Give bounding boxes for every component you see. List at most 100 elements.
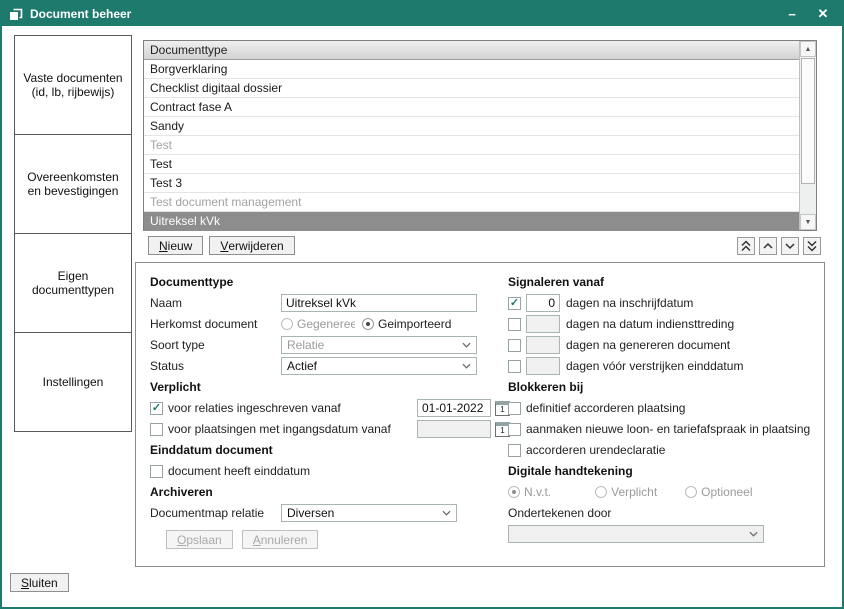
blokkeren-label: accorderen urendeclaratie — [526, 443, 665, 457]
radio-gegenereerd-label: Gegenereerd — [297, 317, 355, 331]
radio-nvt[interactable] — [508, 486, 520, 498]
blokkeren-checkbox[interactable] — [508, 402, 521, 415]
herkomst-label: Herkomst document — [150, 317, 281, 331]
tab-vaste-documenten[interactable]: Vaste documenten (id, lb, rijbewijs) — [14, 35, 132, 135]
signaleren-checkbox[interactable] — [508, 318, 521, 331]
section-signaleren: Signaleren vanaf — [508, 272, 813, 292]
panel-buttons: Opslaan Annuleren — [166, 530, 318, 549]
status-label: Status — [150, 359, 281, 373]
move-up-button[interactable] — [759, 237, 777, 255]
document-beheer-dialog: Document beheer − ✕ Vaste documenten (id… — [0, 0, 844, 609]
radio-optioneel-label: Optioneel — [701, 485, 752, 499]
save-button[interactable]: Opslaan — [166, 530, 233, 549]
chevron-down-icon — [784, 240, 796, 252]
detail-panel: Documenttype Naam Herkomst document Gege… — [135, 262, 825, 567]
section-blokkeren: Blokkeren bij — [508, 377, 813, 397]
signaleren-days-input[interactable] — [526, 315, 560, 333]
documentmap-select[interactable]: Diversen — [281, 504, 457, 522]
relaties-date-input[interactable] — [417, 399, 491, 417]
blokkeren-label: aanmaken nieuwe loon- en tariefafspraak … — [526, 422, 813, 436]
scroll-thumb[interactable] — [801, 58, 815, 184]
signaleren-checkbox[interactable] — [508, 360, 521, 373]
sidebar-tabs: Vaste documenten (id, lb, rijbewijs) Ove… — [14, 36, 132, 432]
minimize-button[interactable]: − — [780, 5, 804, 23]
radio-geimporteerd[interactable] — [362, 318, 374, 330]
einddatum-checkbox[interactable] — [150, 465, 163, 478]
section-digitale-handtekening: Digitale handtekening — [508, 461, 813, 481]
signaleren-days-input[interactable] — [526, 336, 560, 354]
reorder-controls — [737, 237, 821, 255]
section-einddatum: Einddatum document — [150, 440, 510, 460]
list-row[interactable]: Borgverklaring — [144, 60, 799, 79]
panel-right-column: Signaleren vanaf dagen na inschrijfdatum… — [508, 272, 813, 545]
chevron-down-icon — [749, 531, 758, 537]
relaties-vanaf-checkbox[interactable] — [150, 402, 163, 415]
blokkeren-checkbox[interactable] — [508, 423, 521, 436]
chevron-up-icon — [762, 240, 774, 252]
status-select[interactable]: Actief — [281, 357, 477, 375]
list-row[interactable]: Test — [144, 155, 799, 174]
naam-label: Naam — [150, 296, 281, 310]
list-row[interactable]: Test 3 — [144, 174, 799, 193]
list-row[interactable]: Test document management — [144, 193, 799, 212]
scroll-up-icon[interactable]: ▲ — [800, 41, 816, 57]
radio-optioneel[interactable] — [685, 486, 697, 498]
soort-type-select[interactable]: Relatie — [281, 336, 477, 354]
scroll-down-icon[interactable]: ▼ — [800, 214, 816, 230]
section-verplicht: Verplicht — [150, 377, 510, 397]
radio-gegenereerd[interactable] — [281, 318, 293, 330]
list-scrollbar[interactable]: ▲ ▼ — [799, 41, 816, 230]
tab-instellingen[interactable]: Instellingen — [14, 332, 132, 432]
radio-geimporteerd-label: Geimporteerd — [378, 317, 451, 331]
jump-top-button[interactable] — [737, 237, 755, 255]
list-row[interactable]: Contract fase A — [144, 98, 799, 117]
relaties-vanaf-label: voor relaties ingeschreven vanaf — [168, 401, 417, 415]
radio-nvt-label: N.v.t. — [524, 485, 551, 499]
cancel-button[interactable]: Annuleren — [242, 530, 319, 549]
list-row[interactable]: Sandy — [144, 117, 799, 136]
list-header-documenttype[interactable]: Documenttype — [144, 41, 799, 60]
signaleren-checkbox[interactable] — [508, 297, 521, 310]
list-row[interactable]: Checklist digitaal dossier — [144, 79, 799, 98]
tab-overeenkomsten[interactable]: Overeenkomsten en bevestigingen — [14, 134, 132, 234]
signaleren-days-input[interactable] — [526, 357, 560, 375]
plaatsingen-vanaf-label: voor plaatsingen met ingangsdatum vanaf — [168, 422, 417, 436]
plaatsingen-date-input[interactable] — [417, 420, 491, 438]
chevron-double-down-icon — [806, 240, 818, 252]
close-icon-button[interactable]: ✕ — [811, 5, 835, 23]
plaatsingen-vanaf-checkbox[interactable] — [150, 423, 163, 436]
signaleren-label: dagen na genereren document — [566, 338, 730, 352]
tab-eigen-documenttypen[interactable]: Eigen documenttypen — [14, 233, 132, 333]
signaleren-checkbox[interactable] — [508, 339, 521, 352]
jump-bottom-button[interactable] — [803, 237, 821, 255]
signaleren-days-input[interactable] — [526, 294, 560, 312]
einddatum-label: document heeft einddatum — [168, 464, 310, 478]
delete-button[interactable]: Verwijderen — [209, 236, 294, 255]
panel-left-column: Documenttype Naam Herkomst document Gege… — [150, 272, 510, 524]
chevron-down-icon — [442, 510, 451, 516]
signaleren-label: dagen na datum indiensttreding — [566, 317, 734, 331]
radio-verplicht[interactable] — [595, 486, 607, 498]
blokkeren-checkbox[interactable] — [508, 444, 521, 457]
section-archiveren: Archiveren — [150, 482, 510, 502]
new-button[interactable]: Nieuw — [148, 236, 203, 255]
titlebar: Document beheer − ✕ — [2, 2, 842, 26]
signaleren-label: dagen na inschrijfdatum — [566, 296, 693, 310]
chevron-double-up-icon — [740, 240, 752, 252]
list-row[interactable]: Test — [144, 136, 799, 155]
move-down-button[interactable] — [781, 237, 799, 255]
documentmap-label: Documentmap relatie — [150, 506, 281, 520]
chevron-down-icon — [462, 342, 471, 348]
signaleren-label: dagen vóór verstrijken einddatum — [566, 359, 743, 373]
close-dialog-button[interactable]: Sluiten — [10, 573, 69, 592]
list-row-selected[interactable]: Uitreksel kVk — [144, 212, 799, 231]
chevron-down-icon — [462, 363, 471, 369]
blokkeren-label: definitief accorderen plaatsing — [526, 401, 685, 415]
naam-input[interactable] — [281, 294, 477, 312]
ondertekenen-label: Ondertekenen door — [508, 503, 813, 523]
section-documenttype: Documenttype — [150, 272, 510, 292]
app-icon — [9, 8, 23, 21]
documenttype-list: Documenttype Borgverklaring Checklist di… — [143, 40, 817, 231]
window-title: Document beheer — [30, 7, 773, 21]
ondertekenen-select[interactable] — [508, 525, 764, 543]
